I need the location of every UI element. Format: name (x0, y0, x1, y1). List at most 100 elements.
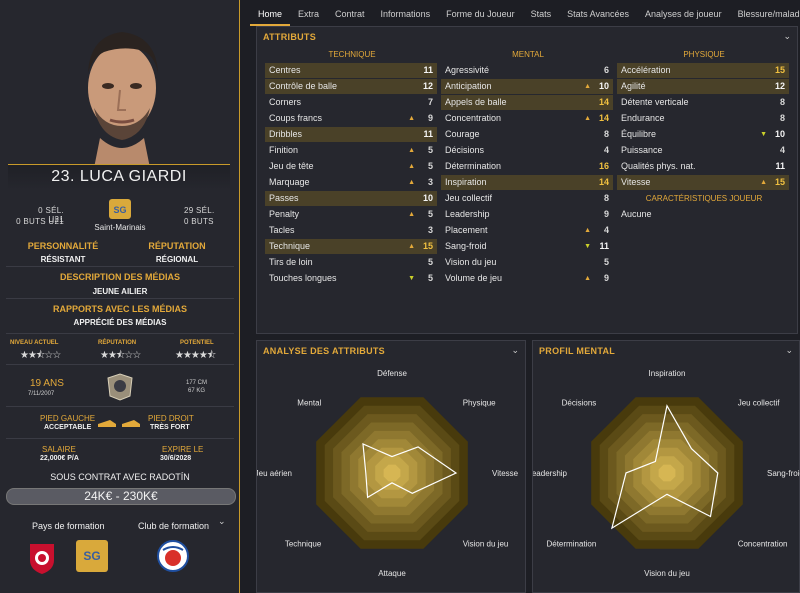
attribute-row-mental[interactable]: Volume de jeu ▲ 9 (441, 271, 613, 286)
attribute-row-mental[interactable]: Jeu collectif 8 (441, 191, 613, 206)
attribute-name: Accélération (621, 65, 671, 75)
attribute-row-physique[interactable]: Équilibre ▼ 10 (617, 127, 789, 142)
personality-label: PERSONNALITÉ (27, 241, 99, 251)
attribute-row-technique[interactable]: Corners 7 (265, 95, 437, 110)
chevron-down-icon[interactable]: ⌄ (218, 516, 226, 527)
attribute-row-technique[interactable]: Penalty ▲ 5 (265, 207, 437, 222)
goals: 0 BUTS (184, 217, 214, 226)
chevron-down-icon[interactable]: ⌄ (783, 31, 791, 42)
attribute-value: 10 (598, 81, 609, 91)
radar-label: Mental (297, 398, 321, 407)
tab-home[interactable]: Home (250, 4, 291, 26)
radar-label: Attaque (378, 569, 406, 578)
attribute-row-technique[interactable]: Marquage ▲ 3 (265, 175, 437, 190)
attribute-row-technique[interactable]: Contrôle de balle 12 (265, 79, 437, 94)
attribute-name: Contrôle de balle (269, 81, 338, 91)
attribute-value: 5 (603, 257, 609, 267)
radar-label: Physique (463, 398, 496, 407)
attribute-name: Tacles (269, 225, 295, 235)
club-logo-icon[interactable]: SG (108, 197, 132, 221)
attributes-title: ATTRIBUTS (263, 32, 317, 42)
tab-extra[interactable]: Extra (290, 4, 327, 26)
attribute-value: 4 (779, 145, 785, 155)
attribute-row-physique[interactable]: Endurance 8 (617, 111, 789, 126)
attribute-value: 11 (423, 129, 433, 139)
tab-contrat[interactable]: Contrat (327, 4, 373, 26)
expires-label: EXPIRE LE (162, 445, 204, 454)
attribute-row-physique[interactable]: Accélération 15 (617, 63, 789, 78)
attribute-name: Penalty (269, 209, 300, 219)
training-country-label: Pays de formation (32, 521, 105, 531)
radar-ring (383, 464, 401, 482)
attribute-row-mental[interactable]: Courage 8 (441, 127, 613, 142)
app-root: 23. LUCA GIARDI 0 SÉL. U21 0 BUTS U21 SG… (0, 0, 800, 593)
club-name[interactable]: Saint-Marinais (80, 223, 160, 232)
attribute-name: Sang-froid (445, 241, 487, 251)
attribute-row-physique[interactable]: Agilité 12 (617, 79, 789, 94)
attribute-row-mental[interactable]: Anticipation ▲ 10 (441, 79, 613, 94)
radar-label: Vision du jeu (463, 540, 509, 549)
attribute-row-technique[interactable]: Jeu de tête ▲ 5 (265, 159, 437, 174)
attribute-row-mental[interactable]: Leadership 9 (441, 207, 613, 222)
contract-text[interactable]: SOUS CONTRAT AVEC RADOTÍN (8, 472, 232, 482)
attribute-row-technique[interactable]: Tacles 3 (265, 223, 437, 238)
attribute-name: Marquage (269, 177, 310, 187)
attribute-row-technique[interactable]: Centres 11 (265, 63, 437, 78)
attribute-row-physique[interactable]: Qualités phys. nat. 11 (617, 159, 789, 174)
attribute-name: Appels de balle (445, 97, 507, 107)
attribute-value: 9 (603, 273, 609, 283)
attribute-row-physique[interactable]: Puissance 4 (617, 143, 789, 158)
tab-stats-avanc-es[interactable]: Stats Avancées (559, 4, 637, 26)
tab-stats[interactable]: Stats (523, 4, 560, 26)
attribute-row-mental[interactable]: Agressivité 6 (441, 63, 613, 78)
arrow-up-icon: ▲ (408, 211, 415, 218)
attribute-row-mental[interactable]: Placement ▲ 4 (441, 223, 613, 238)
attribute-value: 14 (598, 177, 609, 187)
attribute-row-mental[interactable]: Appels de balle 14 (441, 95, 613, 110)
attribute-name: Vitesse (621, 177, 651, 187)
arrow-up-icon: ▲ (408, 243, 415, 250)
radar-label: Vision du jeu (644, 569, 690, 578)
attribute-row-mental[interactable]: Sang-froid ▼ 11 (441, 239, 613, 254)
attribute-name: Dribbles (269, 129, 303, 139)
attribute-row-technique[interactable]: Technique ▲ 15 (265, 239, 437, 254)
attribute-row-mental[interactable]: Vision du jeu 5 (441, 255, 613, 270)
attribute-row-mental[interactable]: Détermination 16 (441, 159, 613, 174)
attribute-row-physique[interactable]: Détente verticale 8 (617, 95, 789, 110)
attribute-value: 8 (603, 193, 609, 203)
attribute-row-technique[interactable]: Finition ▲ 5 (265, 143, 437, 158)
attribute-row-physique[interactable]: Vitesse ▲ 15 (617, 175, 789, 190)
tab-forme-du-joueur[interactable]: Forme du Joueur (438, 4, 523, 26)
radar-label: Concentration (738, 540, 788, 549)
attribute-analysis-panel: ANALYSE DES ATTRIBUTS ⌄ Défense Physique V… (256, 340, 526, 593)
training-club-logo-icon[interactable] (155, 538, 191, 574)
attribute-row-technique[interactable]: Touches longues ▼ 5 (265, 271, 437, 286)
country-fa-logo-icon[interactable] (28, 540, 56, 576)
attribute-name: Centres (269, 65, 301, 75)
player-dob: 7/11/2007 (28, 391, 55, 397)
tab-informations[interactable]: Informations (373, 4, 439, 26)
arrow-up-icon: ▲ (760, 179, 767, 186)
tab-blessure-maladie[interactable]: Blessure/maladie (730, 4, 800, 26)
attribute-value: 6 (603, 65, 609, 75)
player-name: 23. LUCA GIARDI (51, 168, 187, 185)
attribute-name: Jeu de tête (269, 161, 314, 171)
attribute-row-technique[interactable]: Tirs de loin 5 (265, 255, 437, 270)
attribute-row-technique[interactable]: Coups francs ▲ 9 (265, 111, 437, 126)
physique-header: PHYSIQUE (683, 50, 725, 59)
attribute-row-mental[interactable]: Inspiration 14 (441, 175, 613, 190)
radar-label: Inspiration (649, 369, 686, 378)
attribute-value: 4 (603, 225, 609, 235)
attribute-row-technique[interactable]: Passes 10 (265, 191, 437, 206)
attribute-name: Placement (445, 225, 488, 235)
attribute-row-technique[interactable]: Dribbles 11 (265, 127, 437, 142)
tab-analyses-de-joueur[interactable]: Analyses de joueur (637, 4, 730, 26)
attribute-row-mental[interactable]: Décisions 4 (441, 143, 613, 158)
academy-logo-icon[interactable]: SG (74, 538, 110, 574)
attribute-value: 3 (427, 225, 433, 235)
attribute-name: Décisions (445, 145, 485, 155)
arrow-up-icon: ▲ (584, 115, 591, 122)
attribute-name: Agressivité (445, 65, 490, 75)
attributes-panel: ATTRIBUTS ⌄ TECHNIQUE MENTAL PHYSIQUE Ce… (256, 26, 798, 334)
attribute-row-mental[interactable]: Concentration ▲ 14 (441, 111, 613, 126)
